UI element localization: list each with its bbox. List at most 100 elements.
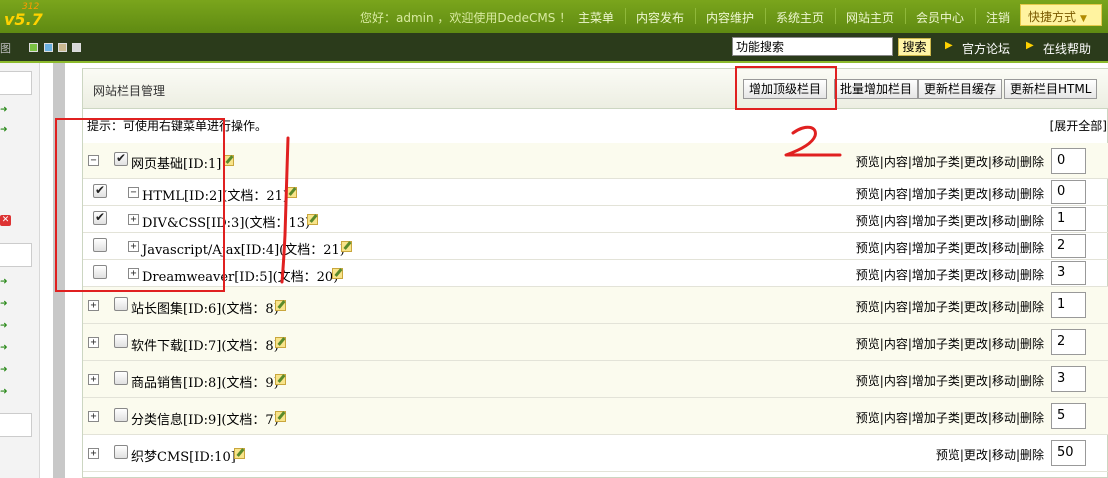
search-input[interactable] — [732, 37, 893, 56]
row-checkbox[interactable] — [114, 297, 128, 311]
sort-order-input[interactable]: 1 — [1051, 292, 1086, 318]
expand-icon[interactable]: + — [88, 337, 99, 348]
update-category-cache-button[interactable]: 更新栏目缓存 — [918, 79, 1003, 99]
sidebar-arrow-icon[interactable]: ➜ — [0, 277, 8, 287]
sort-order-input[interactable]: 2 — [1051, 329, 1086, 355]
edit-icon[interactable] — [234, 448, 245, 459]
panel-header: 网站栏目管理 增加顶级栏目 批量增加栏目 更新栏目缓存 更新栏目HTML — [83, 69, 1108, 109]
edit-icon[interactable] — [275, 374, 286, 385]
sidebar-arrow-icon[interactable]: ➜ — [0, 387, 8, 397]
table-row: + Javascript/Ajax[ID:4](文档：21) 预览|内容|增加子… — [83, 233, 1108, 260]
row-actions[interactable]: 预览|内容|增加子类|更改|移动|删除 — [856, 266, 1044, 283]
arrow-right-icon: ▶ — [1026, 40, 1034, 51]
bar2-left-label: 图 — [0, 42, 11, 55]
category-name[interactable]: 商品销售[ID:8](文档：9) — [131, 372, 279, 391]
sidebar-header-box[interactable] — [0, 413, 32, 437]
sort-order-input[interactable]: 0 — [1051, 180, 1086, 204]
sort-order-input[interactable]: 5 — [1051, 403, 1086, 429]
sort-order-input[interactable]: 1 — [1051, 207, 1086, 231]
row-checkbox[interactable] — [114, 408, 128, 422]
row-actions[interactable]: 预览|内容|增加子类|更改|移动|删除 — [856, 372, 1044, 389]
row-actions[interactable]: 预览|内容|增加子类|更改|移动|删除 — [856, 239, 1044, 256]
sort-order-input[interactable]: 0 — [1051, 148, 1086, 174]
skin-gray-icon[interactable] — [72, 43, 81, 52]
secondary-bar: 图 — [0, 33, 1108, 61]
nav-member-center[interactable]: 会员中心 — [916, 9, 964, 26]
edit-icon[interactable] — [275, 300, 286, 311]
row-actions[interactable]: 预览|更改|移动|删除 — [936, 446, 1044, 463]
category-name[interactable]: 站长图集[ID:6](文档：8) — [131, 298, 279, 317]
nav-separator — [835, 8, 836, 24]
category-name[interactable]: 分类信息[ID:9](文档：7) — [131, 409, 279, 428]
skin-green-icon[interactable] — [29, 43, 38, 52]
row-actions[interactable]: 预览|内容|增加子类|更改|移动|删除 — [856, 409, 1044, 426]
edit-icon[interactable] — [275, 337, 286, 348]
sidebar-arrow-icon[interactable]: ➜ — [0, 125, 8, 135]
category-name[interactable]: 软件下载[ID:7](文档：8) — [131, 335, 279, 354]
nav-site-home[interactable]: 网站主页 — [846, 9, 894, 26]
nav-separator — [975, 8, 976, 24]
batch-add-category-button[interactable]: 批量增加栏目 — [834, 79, 919, 99]
page-title: 网站栏目管理 — [93, 84, 166, 98]
nav-system-home[interactable]: 系统主页 — [776, 9, 824, 26]
expand-all-link[interactable]: [展开全部] — [1050, 117, 1107, 134]
row-actions[interactable]: 预览|内容|增加子类|更改|移动|删除 — [856, 185, 1044, 202]
nav-content-maintain[interactable]: 内容维护 — [706, 9, 754, 26]
sidebar-arrow-icon[interactable]: ➜ — [0, 299, 8, 309]
expand-icon[interactable]: + — [88, 411, 99, 422]
arrow-right-icon: ▶ — [945, 40, 953, 51]
top-bar: v5.7 312 您好：admin ，欢迎使用DedeCMS ！ 主菜单 内容发… — [0, 0, 1108, 33]
chevron-down-icon: ▼ — [1080, 14, 1087, 24]
quick-menu-button[interactable]: 快捷方式 ▼ — [1020, 4, 1102, 26]
official-forum-link[interactable]: 官方论坛 — [962, 40, 1010, 57]
sort-order-input[interactable]: 50 — [1051, 440, 1086, 466]
sidebar: ➜ ➜ ✕ ➜ ➜ ➜ ➜ ➜ ➜ — [0, 63, 40, 478]
nav-main-menu[interactable]: 主菜单 — [578, 9, 614, 26]
search-button[interactable]: 搜索 — [898, 38, 931, 56]
skin-blue-icon[interactable] — [44, 43, 53, 52]
row-checkbox[interactable] — [114, 371, 128, 385]
online-help-link[interactable]: 在线帮助 — [1043, 40, 1091, 57]
edit-icon[interactable] — [341, 241, 352, 252]
close-icon[interactable]: ✕ — [0, 215, 11, 226]
edit-icon[interactable] — [332, 268, 343, 279]
sidebar-arrow-icon[interactable]: ➜ — [0, 343, 8, 353]
update-category-html-button[interactable]: 更新栏目HTML — [1004, 79, 1098, 99]
table-row: + DIV&CSS[ID:3](文档：13) 预览|内容|增加子类|更改|移动|… — [83, 206, 1108, 233]
table-row: + Dreamweaver[ID:5](文档：20) 预览|内容|增加子类|更改… — [83, 260, 1108, 287]
quick-menu-label: 快捷方式 — [1028, 10, 1077, 24]
nav-content-publish[interactable]: 内容发布 — [636, 9, 684, 26]
row-actions[interactable]: 预览|内容|增加子类|更改|移动|删除 — [856, 298, 1044, 315]
sidebar-header-box[interactable] — [0, 71, 32, 95]
logo-version-sup: 312 — [22, 2, 40, 12]
edit-icon[interactable] — [275, 411, 286, 422]
header-divider — [0, 61, 1108, 63]
category-manager-panel: 网站栏目管理 增加顶级栏目 批量增加栏目 更新栏目缓存 更新栏目HTML 提示：… — [82, 68, 1108, 478]
sort-order-input[interactable]: 3 — [1051, 261, 1086, 285]
edit-icon[interactable] — [286, 187, 297, 198]
sidebar-arrow-icon[interactable]: ➜ — [0, 321, 8, 331]
skin-tan-icon[interactable] — [58, 43, 67, 52]
nav-separator — [695, 8, 696, 24]
annotation-highlight-box — [55, 118, 225, 292]
row-actions[interactable]: 预览|内容|增加子类|更改|移动|删除 — [856, 335, 1044, 352]
row-actions[interactable]: 预览|内容|增加子类|更改|移动|删除 — [856, 212, 1044, 229]
nav-logout[interactable]: 注销 — [986, 9, 1010, 26]
table-row: + 站长图集[ID:6](文档：8) 预览|内容|增加子类|更改|移动|删除 1 — [83, 287, 1108, 324]
expand-icon[interactable]: + — [88, 448, 99, 459]
sidebar-header-box[interactable] — [0, 243, 32, 267]
row-checkbox[interactable] — [114, 334, 128, 348]
sort-order-input[interactable]: 2 — [1051, 234, 1086, 258]
edit-icon[interactable] — [307, 214, 318, 225]
row-checkbox[interactable] — [114, 445, 128, 459]
expand-icon[interactable]: + — [88, 374, 99, 385]
logo: v5.7 — [4, 10, 43, 29]
sidebar-arrow-icon[interactable]: ➜ — [0, 365, 8, 375]
sidebar-arrow-icon[interactable]: ➜ — [0, 105, 8, 115]
sort-order-input[interactable]: 3 — [1051, 366, 1086, 392]
nav-separator — [905, 8, 906, 24]
row-actions[interactable]: 预览|内容|增加子类|更改|移动|删除 — [856, 153, 1044, 170]
expand-icon[interactable]: + — [88, 300, 99, 311]
category-name[interactable]: 织梦CMS[ID:10] — [131, 446, 236, 465]
table-row: + 分类信息[ID:9](文档：7) 预览|内容|增加子类|更改|移动|删除 5 — [83, 398, 1108, 435]
